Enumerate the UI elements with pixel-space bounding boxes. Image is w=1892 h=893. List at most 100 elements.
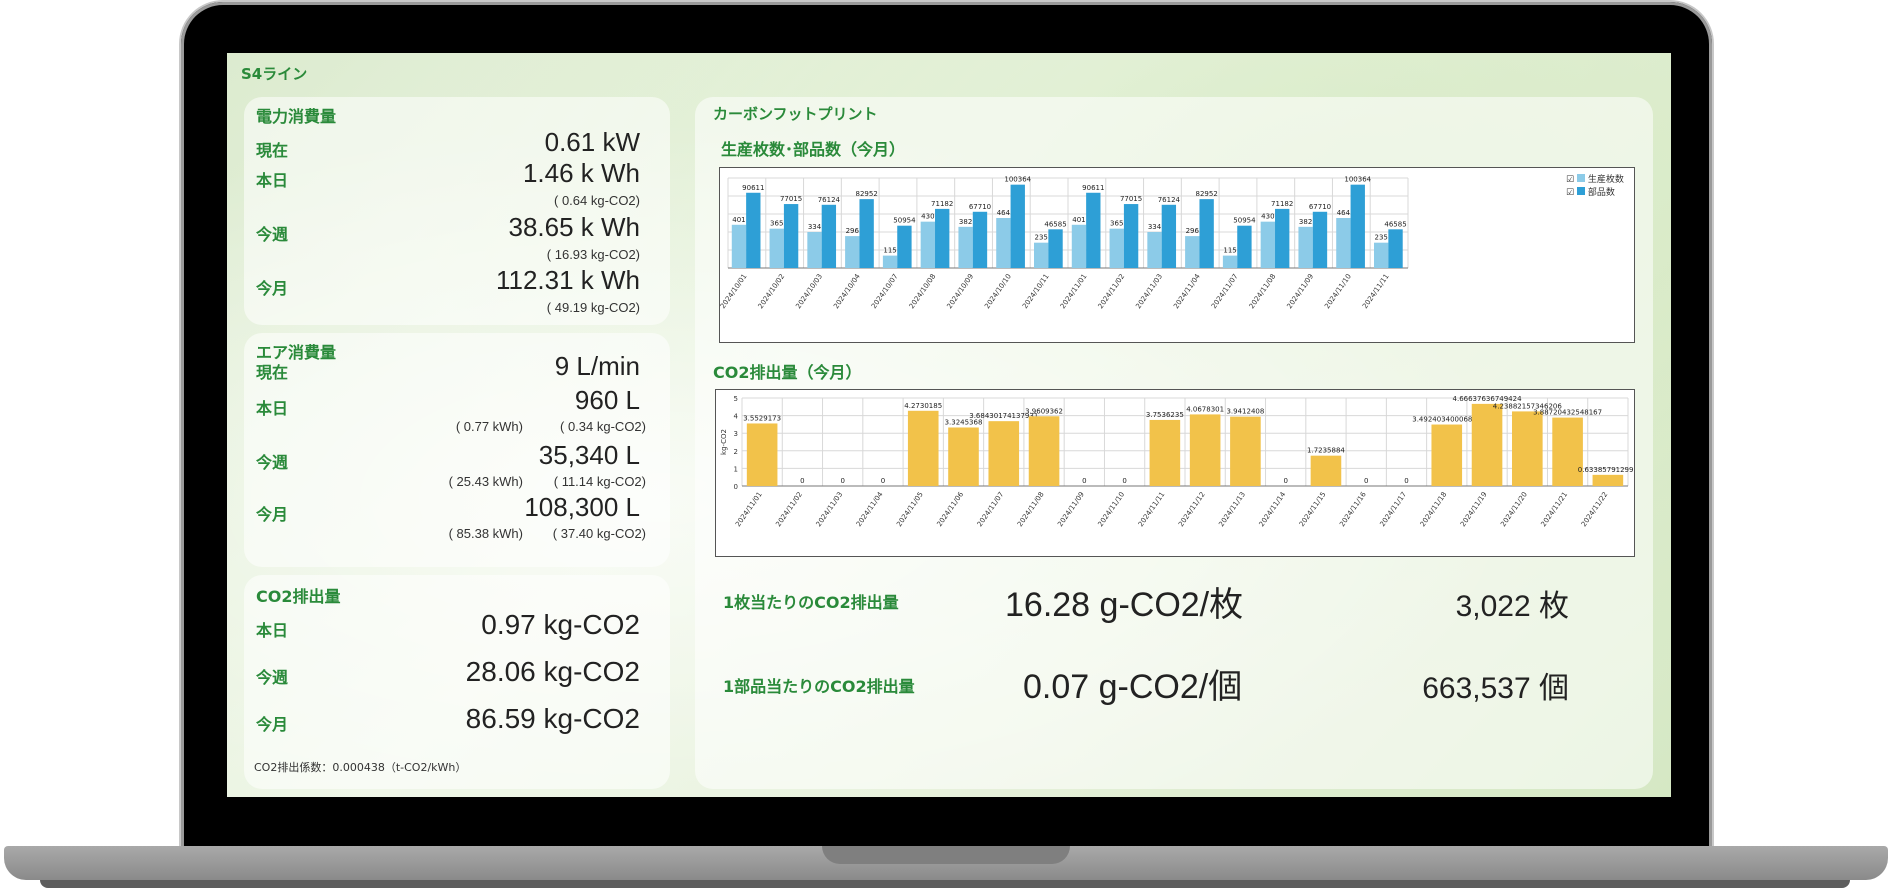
x-tick-label: 2024/11/03 — [815, 491, 845, 529]
x-tick-label: 2024/11/10 — [1323, 273, 1353, 311]
power-month-label: 今月 — [256, 279, 289, 298]
bar-production — [1374, 242, 1389, 268]
bar-production — [1109, 228, 1124, 268]
co2-month-value: 86.59 kg-CO2 — [465, 703, 640, 734]
legend-item-parts[interactable]: ☑ 部品数 — [1566, 185, 1624, 198]
data-label-co2: 0 — [800, 477, 804, 485]
carbon-card: カーボンフットプリント 生産枚数･部品数（今月） 401 90611 2024/10… — [695, 97, 1653, 789]
bar-production — [1034, 242, 1049, 268]
power-now-value: 0.61 kW — [544, 127, 640, 157]
x-tick-label: 2024/11/04 — [855, 490, 885, 528]
data-label-production: 334 — [808, 223, 822, 231]
y-tick-label: 2 — [734, 448, 738, 456]
legend-item-production[interactable]: ☑ 生産枚数 — [1566, 172, 1624, 185]
data-label-production: 334 — [1148, 223, 1162, 231]
x-tick-label: 2024/10/03 — [794, 273, 824, 311]
bar-parts — [1123, 204, 1139, 268]
bar-parts — [1237, 225, 1252, 268]
data-label-production: 401 — [1072, 216, 1085, 224]
power-month-sub: ( 49.19 kg-CO2) — [546, 300, 640, 315]
power-week-sub: ( 16.93 kg-CO2) — [546, 247, 640, 262]
bar-production — [882, 255, 898, 268]
data-label-parts: 82952 — [856, 190, 878, 198]
bar-production — [920, 221, 936, 268]
bar-co2 — [1512, 411, 1543, 486]
per-part-value: 0.07 g-CO2/個 — [1023, 668, 1243, 706]
co2-month-label: 今月 — [256, 715, 289, 734]
legend-swatch-dark — [1576, 187, 1585, 195]
legend-label-production: 生産枚数 — [1587, 175, 1624, 185]
bar-parts — [746, 192, 761, 268]
power-card: 電力消費量 現在 0.61 kW 本日 1.46 k Wh ( 0.64 kg-… — [244, 97, 670, 325]
bar-production — [845, 236, 860, 268]
bar-parts — [1388, 229, 1403, 268]
data-label-parts: 76124 — [818, 196, 841, 204]
air-today-label: 本日 — [256, 399, 289, 418]
power-week-value: 38.65 k Wh — [508, 212, 640, 242]
page-title: S4ライン — [241, 65, 308, 83]
data-label-co2: 3.5529173 — [743, 414, 781, 422]
laptop-base-shadow — [40, 880, 1850, 888]
co2-chart-svg: 012345kg-CO23.55291732024/11/0102024/11/… — [720, 395, 1638, 529]
x-tick-label: 2024/11/11 — [1137, 491, 1167, 529]
y-axis-label: kg-CO2 — [720, 429, 728, 455]
legend-checkbox-icon: ☑ — [1566, 175, 1575, 185]
x-tick-label: 2024/11/03 — [1134, 273, 1164, 311]
x-tick-label: 2024/11/02 — [1097, 273, 1127, 311]
x-tick-label: 2024/11/12 — [1177, 491, 1207, 529]
power-today-label: 本日 — [256, 171, 289, 190]
data-label-parts: 67710 — [969, 203, 991, 211]
bar-parts — [1199, 199, 1214, 268]
production-chart: 401 90611 2024/10/01 365 77015 2024/10/02 334 7… — [719, 167, 1635, 343]
bar-production — [996, 218, 1011, 268]
sheet-count: 3,022 枚 — [1455, 590, 1569, 623]
bar-co2 — [1592, 474, 1624, 486]
bar-co2 — [1471, 403, 1503, 486]
data-label-production: 365 — [770, 220, 783, 228]
y-tick-label: 1 — [734, 465, 738, 473]
data-label-co2: 4.0678301 — [1186, 405, 1224, 413]
air-month-kwh: ( 85.38 kWh) — [448, 526, 523, 541]
data-label-parts: 46585 — [1044, 220, 1066, 228]
x-tick-label: 2024/10/09 — [945, 273, 975, 311]
data-label-parts: 76124 — [1158, 196, 1181, 204]
air-month-co2: ( 37.40 kg-CO2) — [552, 526, 646, 541]
x-tick-label: 2024/11/17 — [1378, 491, 1408, 529]
bar-co2 — [1552, 417, 1583, 486]
data-label-co2: 0 — [1122, 477, 1126, 485]
co2-today-value: 0.97 kg-CO2 — [481, 609, 640, 640]
bar-co2 — [746, 423, 778, 486]
y-tick-label: 5 — [734, 395, 738, 403]
part-count: 663,537 個 — [1422, 672, 1569, 705]
x-tick-label: 2024/10/08 — [908, 273, 938, 311]
data-label-co2: 0 — [1404, 477, 1408, 485]
bar-production — [1185, 236, 1200, 268]
data-label-parts: 90611 — [742, 184, 764, 192]
bar-co2 — [1230, 416, 1261, 486]
carbon-title: カーボンフットプリント — [713, 105, 878, 123]
x-tick-label: 2024/11/02 — [774, 491, 804, 529]
x-tick-label: 2024/11/09 — [1056, 491, 1086, 529]
bar-parts — [1350, 184, 1365, 268]
x-tick-label: 2024/10/11 — [1021, 273, 1051, 311]
data-label-production: 401 — [732, 216, 745, 224]
data-label-parts: 77015 — [1120, 195, 1142, 203]
co2-today-label: 本日 — [256, 621, 289, 640]
data-label-production: 115 — [883, 247, 896, 255]
data-label-parts: 100364 — [1004, 176, 1031, 184]
power-today-sub: ( 0.64 kg-CO2) — [554, 193, 640, 208]
bar-production — [1298, 226, 1313, 268]
co2-card: CO2排出量 本日 0.97 kg-CO2 今週 28.06 kg-CO2 今月… — [244, 575, 670, 789]
y-tick-label: 4 — [734, 413, 739, 421]
data-label-co2: 0 — [881, 477, 885, 485]
data-label-co2: 0 — [1082, 477, 1086, 485]
co2-coefficient-note: CO2排出係数：0.000438（t-CO2/kWh） — [254, 761, 467, 774]
bar-co2 — [1431, 424, 1463, 486]
x-tick-label: 2024/11/11 — [1361, 273, 1391, 311]
co2-week-label: 今週 — [256, 668, 289, 687]
legend-swatch-light — [1576, 174, 1585, 182]
air-week-co2: ( 11.14 kg-CO2) — [553, 474, 646, 489]
data-label-parts: 50954 — [893, 217, 916, 225]
dashboard-screen: S4ライン 電力消費量 現在 0.61 kW 本日 1.46 k Wh ( 0.… — [227, 53, 1671, 797]
x-tick-label: 2024/11/07 — [1210, 273, 1240, 311]
